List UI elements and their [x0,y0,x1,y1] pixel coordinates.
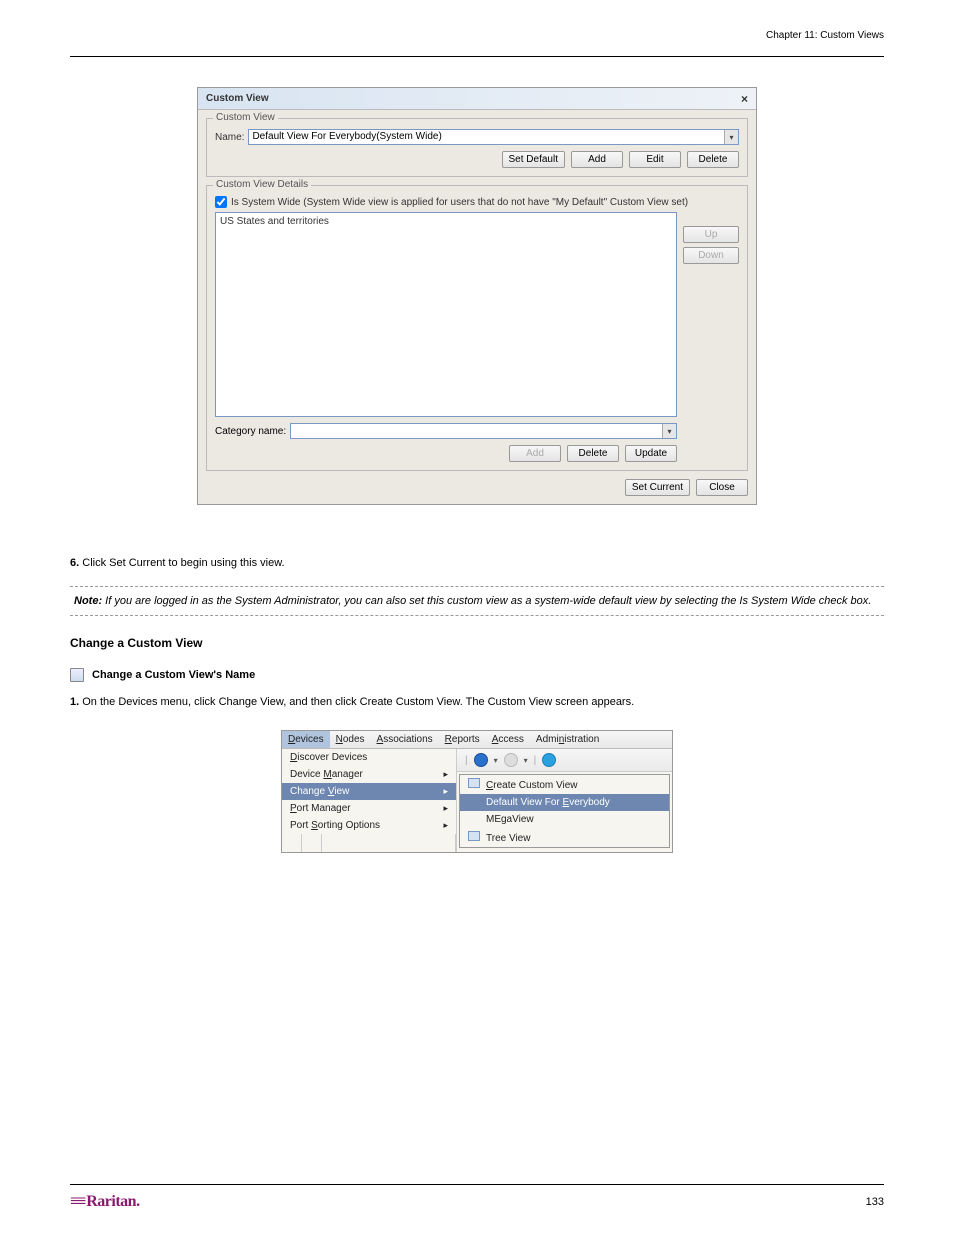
menu-item-discover-devices[interactable]: Discover Devices [282,749,456,766]
system-wide-label: Is System Wide (System Wide view is appl… [231,197,688,208]
menu-associations[interactable]: Associations [371,731,439,748]
bullet-icon [70,668,84,682]
close-button[interactable]: Close [696,479,748,496]
category-name-combo[interactable]: ▾ [290,423,677,439]
close-icon[interactable]: × [741,92,748,106]
menu-item-port-sorting[interactable]: Port Sorting Options▸ [282,817,456,834]
delete-view-button[interactable]: Delete [687,151,739,168]
menu-item-device-manager[interactable]: Device Manager▸ [282,766,456,783]
change-view-submenu: Create Custom View Default View For Ever… [459,774,670,848]
menu-access[interactable]: Access [486,731,530,748]
list-item[interactable]: US States and territories [218,215,674,228]
step-6: 6. Click Set Current to begin using this… [70,555,884,572]
edit-view-button[interactable]: Edit [629,151,681,168]
name-combo[interactable]: Default View For Everybody(System Wide) … [248,129,739,145]
down-button[interactable]: Down [683,247,739,264]
menu-item-change-view[interactable]: Change View▸ [282,783,456,800]
category-name-label: Category name: [215,426,286,437]
name-label: Name: [215,132,244,143]
custom-view-dialog: Custom View × Custom View Name: Default … [197,87,757,505]
header-chapter: Chapter 11: Custom Views [70,30,884,41]
chevron-down-icon[interactable]: ▾ [494,756,498,765]
custom-view-legend: Custom View [213,112,278,123]
system-wide-checkbox[interactable] [215,196,227,208]
set-default-button[interactable]: Set Default [502,151,565,168]
note-box: Note: If you are logged in as the System… [70,586,884,616]
grid-placeholder [282,834,456,852]
name-combo-value: Default View For Everybody(System Wide) [252,131,441,142]
heading-change-custom-view: Change a Custom View [70,636,884,650]
tree-icon [468,831,480,841]
menu-screenshot: Devices Nodes Associations Reports Acces… [281,730,673,853]
window-icon [468,778,480,788]
submenu-create-custom-view[interactable]: Create Custom View [460,775,669,794]
add-view-button[interactable]: Add [571,151,623,168]
page-number: 133 [866,1196,884,1208]
toolbar: | ▾ ▾ | [457,749,672,772]
category-listbox[interactable]: US States and territories [215,212,677,417]
delete-category-button[interactable]: Delete [567,445,619,462]
step-1: 1. On the Devices menu, click Change Vie… [70,694,884,711]
heading-change-name: Change a Custom View's Name [92,669,255,681]
submenu-megaview[interactable]: MEgaView [460,811,669,828]
update-button[interactable]: Update [625,445,677,462]
set-current-button[interactable]: Set Current [625,479,690,496]
help-icon[interactable] [542,753,556,767]
menu-item-port-manager[interactable]: Port Manager▸ [282,800,456,817]
dialog-titlebar: Custom View × [198,88,756,110]
details-legend: Custom View Details [213,179,311,190]
submenu-default-view[interactable]: Default View For Everybody [460,794,669,811]
custom-view-fieldset: Custom View Name: Default View For Every… [206,118,748,177]
menu-reports[interactable]: Reports [439,731,486,748]
menubar: Devices Nodes Associations Reports Acces… [282,731,672,749]
add-category-button[interactable]: Add [509,445,561,462]
chevron-down-icon[interactable]: ▾ [662,424,676,438]
raritan-logo: ≡≡Raritan. [70,1193,140,1211]
dialog-title-text: Custom View [206,93,269,104]
back-icon[interactable] [474,753,488,767]
menu-nodes[interactable]: Nodes [330,731,371,748]
custom-view-details-fieldset: Custom View Details Is System Wide (Syst… [206,185,748,471]
page-footer: ≡≡Raritan. 133 [70,1184,884,1211]
forward-icon[interactable] [504,753,518,767]
up-button[interactable]: Up [683,226,739,243]
menu-administration[interactable]: Administration [530,731,605,748]
header-rule [70,56,884,57]
menu-devices[interactable]: Devices [282,731,330,748]
submenu-tree-view[interactable]: Tree View [460,828,669,847]
chevron-down-icon[interactable]: ▾ [724,130,738,144]
devices-menu: Discover Devices Device Manager▸ Change … [282,749,457,852]
chevron-down-icon[interactable]: ▾ [524,756,528,765]
